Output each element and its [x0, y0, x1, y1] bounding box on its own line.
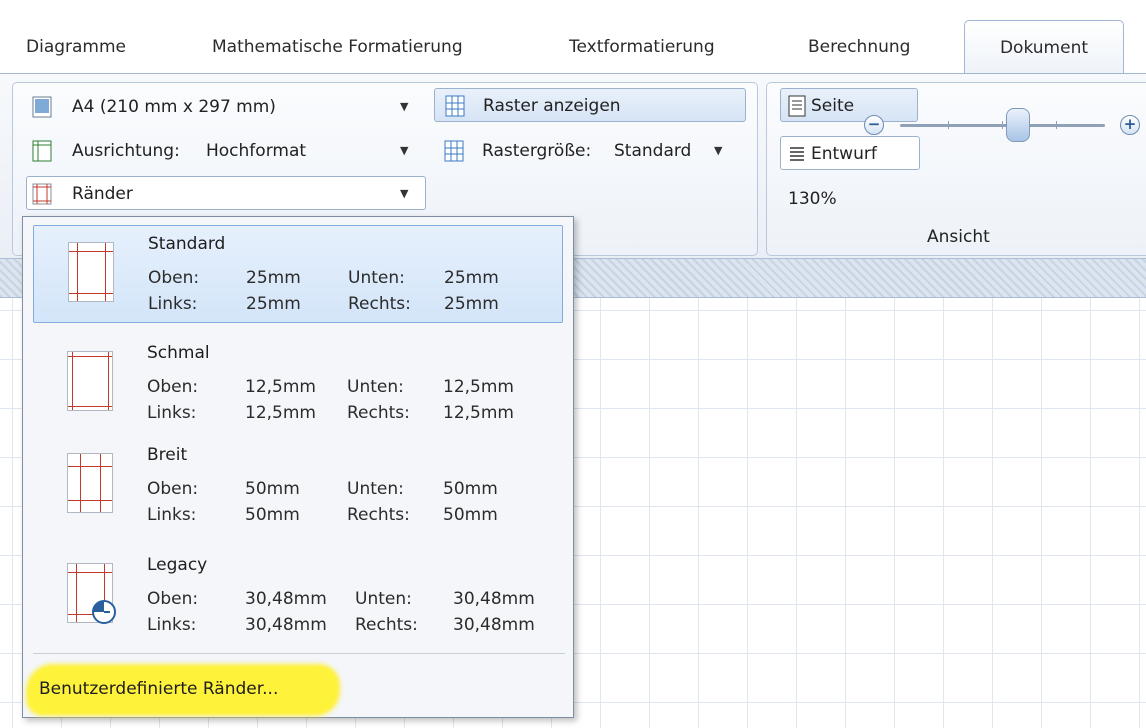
chevron-down-icon: ▼ — [400, 144, 409, 157]
view-group-label: Ansicht — [927, 227, 990, 247]
paper-size-label: A4 (210 mm x 297 mm) — [72, 97, 276, 117]
top-value: 30,48mm — [245, 589, 327, 609]
bottom-value: 25mm — [444, 268, 499, 288]
view-draft-button[interactable]: Entwurf — [780, 136, 920, 170]
margins-label: Ränder — [72, 184, 133, 204]
grid-icon — [445, 95, 465, 117]
top-value: 25mm — [246, 268, 301, 288]
right-value: 25mm — [444, 294, 499, 314]
margins-dropdown[interactable]: Ränder ▼ — [26, 176, 426, 210]
top-value: 50mm — [245, 479, 300, 499]
right-label: Rechts: — [347, 403, 410, 423]
option-name: Schmal — [147, 343, 210, 363]
margin-option-breit[interactable]: Breit Oben: 50mm Unten: 50mm Links: 50mm… — [33, 437, 563, 535]
zoom-out-icon[interactable]: − — [864, 115, 884, 135]
margin-option-standard[interactable]: Standard Oben: 25mm Unten: 25mm Links: 2… — [33, 225, 563, 323]
bottom-label: Unten: — [355, 589, 412, 609]
ribbon-tab-bar: Diagramme Mathematische Formatierung Tex… — [0, 0, 1146, 74]
top-label: Oben: — [147, 377, 199, 397]
grid-size-label: Rastergröße: — [482, 141, 592, 161]
zoom-slider-track[interactable] — [900, 121, 1105, 129]
margin-breit-icon — [67, 453, 113, 513]
right-label: Rechts: — [348, 294, 411, 314]
margin-standard-icon — [68, 242, 114, 302]
orientation-icon — [32, 140, 52, 162]
menu-separator — [33, 653, 565, 654]
zoom-percent: 130% — [788, 189, 837, 209]
right-value: 12,5mm — [443, 403, 514, 423]
chevron-down-icon: ▼ — [400, 187, 409, 200]
margin-option-legacy[interactable]: Legacy Oben: 30,48mm Unten: 30,48mm Link… — [33, 547, 563, 645]
left-label: Links: — [148, 294, 198, 314]
margins-icon — [32, 183, 52, 205]
top-label: Oben: — [147, 589, 199, 609]
paper-size-icon — [32, 96, 52, 118]
tab-berechnung[interactable]: Berechnung — [808, 36, 910, 58]
page-view-icon — [788, 95, 806, 117]
custom-margins-label: Benutzerdefinierte Ränder... — [39, 679, 279, 699]
bottom-label: Unten: — [347, 377, 404, 397]
orientation-value: Hochformat — [206, 141, 307, 161]
clock-icon — [92, 600, 116, 624]
show-grid-label: Raster anzeigen — [483, 96, 621, 116]
tab-mathematische-formatierung[interactable]: Mathematische Formatierung — [212, 36, 463, 58]
left-label: Links: — [147, 505, 197, 525]
bottom-value: 30,48mm — [453, 589, 535, 609]
bottom-label: Unten: — [348, 268, 405, 288]
view-page-button[interactable]: Seite — [780, 88, 918, 122]
left-value: 50mm — [245, 505, 300, 525]
right-label: Rechts: — [355, 615, 418, 635]
show-grid-toggle[interactable]: Raster anzeigen — [434, 88, 746, 122]
tab-dokument[interactable]: Dokument — [964, 20, 1124, 74]
top-label: Oben: — [148, 268, 200, 288]
zoom-in-icon[interactable]: + — [1120, 115, 1140, 135]
grid-size-icon — [444, 140, 464, 162]
draft-view-icon — [790, 147, 804, 161]
option-name: Legacy — [147, 555, 208, 575]
chevron-down-icon: ▼ — [714, 144, 723, 157]
tab-textformatierung[interactable]: Textformatierung — [569, 36, 715, 58]
left-value: 25mm — [246, 294, 301, 314]
bottom-value: 50mm — [443, 479, 498, 499]
margin-option-schmal[interactable]: Schmal Oben: 12,5mm Unten: 12,5mm Links:… — [33, 335, 563, 433]
orientation-dropdown[interactable]: Ausrichtung: Hochformat ▼ — [30, 134, 424, 168]
zoom-slider-thumb[interactable] — [1006, 108, 1030, 142]
orientation-label: Ausrichtung: — [72, 141, 180, 161]
left-value: 12,5mm — [245, 403, 316, 423]
tab-diagramme[interactable]: Diagramme — [26, 36, 126, 58]
right-value: 30,48mm — [453, 615, 535, 635]
grid-size-value: Standard — [614, 141, 692, 161]
left-label: Links: — [147, 403, 197, 423]
bottom-label: Unten: — [347, 479, 404, 499]
margin-schmal-icon — [67, 351, 113, 411]
paper-size-dropdown[interactable]: A4 (210 mm x 297 mm) ▼ — [30, 90, 424, 124]
grid-size-dropdown[interactable]: Rastergröße: Standard ▼ — [440, 134, 740, 168]
option-name: Standard — [148, 234, 226, 254]
right-label: Rechts: — [347, 505, 410, 525]
custom-margins-item[interactable]: Benutzerdefinierte Ränder... — [23, 667, 343, 715]
top-value: 12,5mm — [245, 377, 316, 397]
margins-menu: Standard Oben: 25mm Unten: 25mm Links: 2… — [22, 216, 574, 718]
option-name: Breit — [147, 445, 188, 465]
view-page-label: Seite — [811, 96, 855, 116]
bottom-value: 12,5mm — [443, 377, 514, 397]
right-value: 50mm — [443, 505, 498, 525]
left-value: 30,48mm — [245, 615, 327, 635]
view-draft-label: Entwurf — [811, 144, 877, 164]
top-label: Oben: — [147, 479, 199, 499]
left-label: Links: — [147, 615, 197, 635]
chevron-down-icon: ▼ — [400, 100, 409, 113]
